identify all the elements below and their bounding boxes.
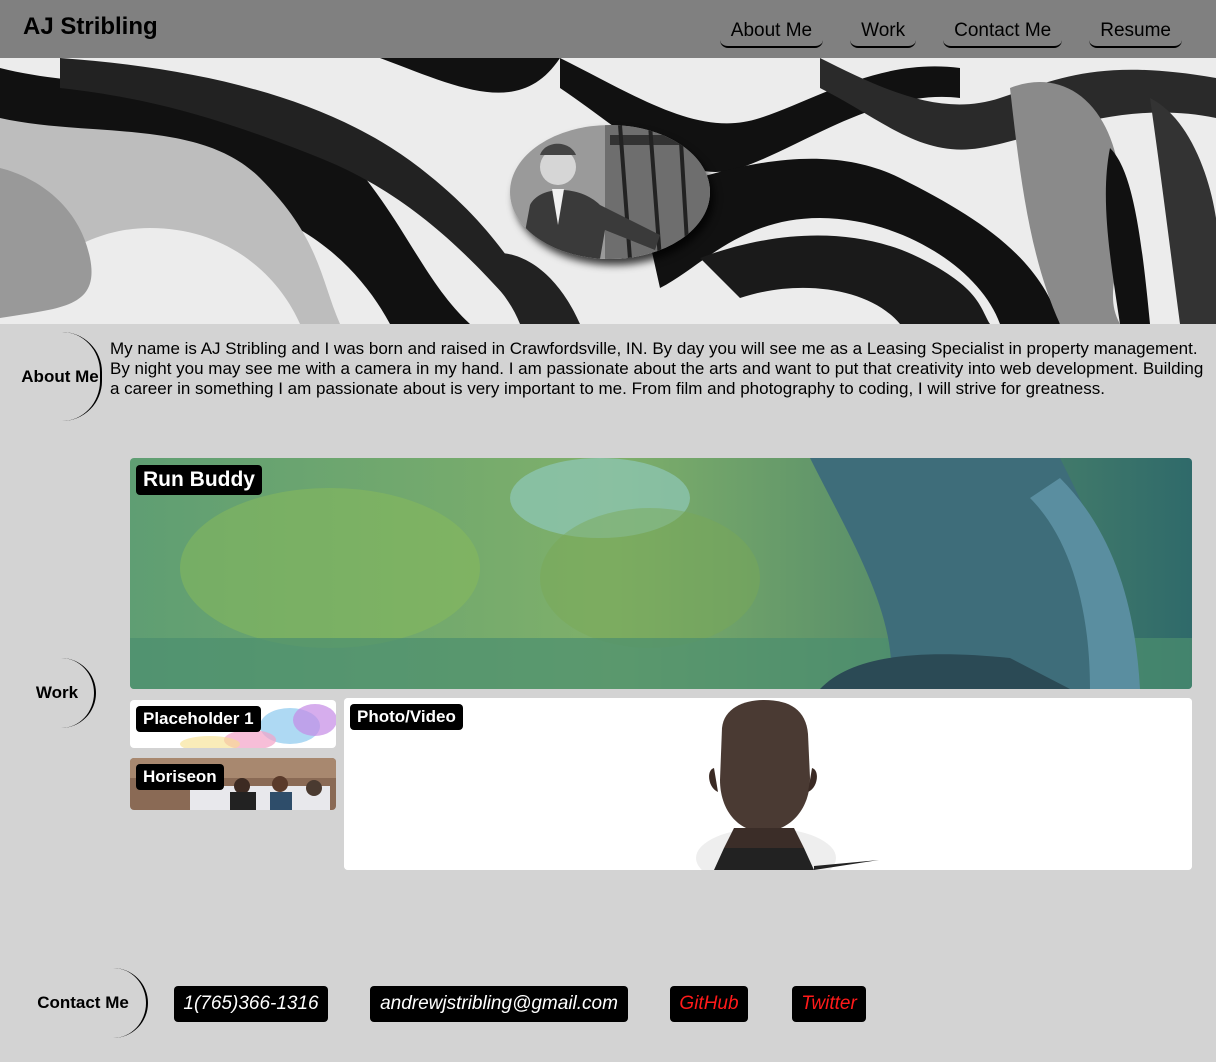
run-buddy-title: Run Buddy (136, 465, 262, 495)
profile-photo (510, 125, 710, 259)
photo-video-title: Photo/Video (350, 704, 463, 730)
project-card-horiseon[interactable]: Horiseon (130, 758, 336, 810)
main-nav: About Me Work Contact Me Resume (719, 17, 1182, 48)
placeholder-1-title: Placeholder 1 (136, 706, 261, 732)
nav-resume[interactable]: Resume (1089, 17, 1182, 48)
hero-banner (0, 58, 1216, 324)
nav-about-me[interactable]: About Me (719, 17, 824, 48)
project-card-run-buddy[interactable]: Run Buddy (130, 458, 1192, 689)
contact-email-link[interactable]: andrewjstribling@gmail.com (370, 986, 628, 1022)
run-buddy-image (130, 458, 1192, 689)
site-header: AJ Stribling About Me Work Contact Me Re… (0, 0, 1216, 58)
photo-video-image (344, 698, 1192, 870)
nav-contact-me[interactable]: Contact Me (943, 17, 1063, 48)
nav-work[interactable]: Work (850, 17, 917, 48)
site-brand[interactable]: AJ Stribling (23, 13, 158, 41)
horiseon-title: Horiseon (136, 764, 224, 790)
profile-photo-image (510, 125, 710, 259)
work-section-label: Work (20, 658, 96, 728)
contact-twitter-link[interactable]: Twitter (792, 986, 866, 1022)
contact-phone-link[interactable]: 1(765)366-1316 (174, 986, 328, 1022)
project-card-placeholder-1[interactable]: Placeholder 1 (130, 700, 336, 748)
contact-section-label: Contact Me (20, 968, 148, 1038)
project-card-photo-video[interactable]: Photo/Video (344, 698, 1192, 870)
about-text: My name is AJ Stribling and I was born a… (110, 339, 1204, 398)
contact-github-link[interactable]: GitHub (670, 986, 748, 1022)
about-section-label: About Me (20, 332, 102, 421)
